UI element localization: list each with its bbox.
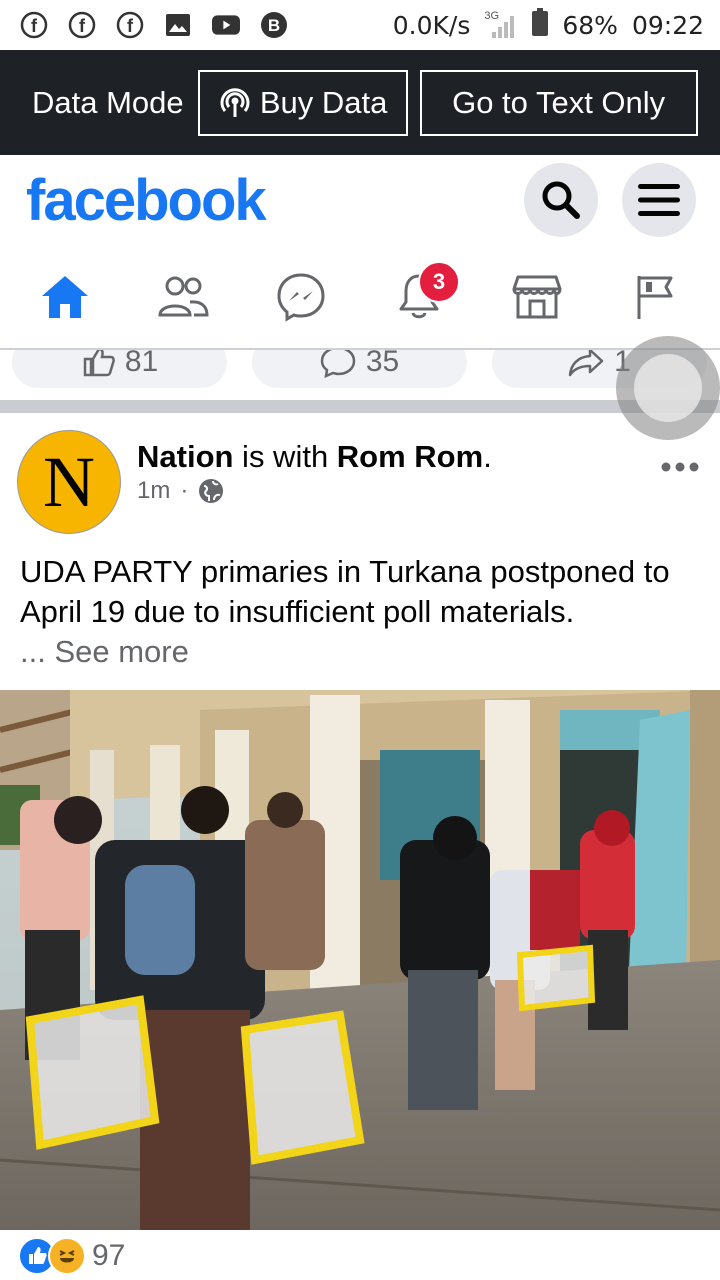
previous-post-actions: 81 35 1 xyxy=(0,350,720,400)
gallery-icon xyxy=(164,11,192,39)
post-author-line: Nation is with Rom Rom. xyxy=(137,439,492,475)
globe-icon xyxy=(198,478,224,504)
data-mode-bar: Data Mode Buy Data Go to Text Only xyxy=(0,50,720,155)
youtube-icon xyxy=(212,11,240,39)
like-button[interactable]: 81 xyxy=(12,350,227,388)
post-header: N Nation is with Rom Rom. 1m · xyxy=(0,413,720,548)
more-options-button[interactable] xyxy=(660,461,700,473)
comment-icon xyxy=(320,350,356,378)
post-body: UDA PARTY primaries in Turkana postponed… xyxy=(20,554,670,629)
avatar-letter: N xyxy=(43,441,95,522)
svg-text:f: f xyxy=(127,16,134,36)
clock: 09:22 xyxy=(631,10,704,40)
reaction-count: 97 xyxy=(92,1239,126,1272)
thumbs-up-icon xyxy=(81,350,115,377)
text-only-button[interactable]: Go to Text Only xyxy=(419,69,698,136)
svg-text:B: B xyxy=(268,16,280,35)
battery-icon xyxy=(532,7,549,43)
tab-messenger[interactable] xyxy=(256,252,346,342)
post-photo[interactable] xyxy=(0,690,720,1230)
post-meta: 1m · xyxy=(137,477,224,505)
comment-count: 35 xyxy=(365,350,400,378)
network-type-label: 3G xyxy=(484,10,500,22)
search-button[interactable] xyxy=(524,163,598,237)
see-more-link[interactable]: ... See more xyxy=(20,634,189,669)
reaction-summary[interactable]: 97 xyxy=(18,1236,125,1276)
tab-friends[interactable] xyxy=(138,252,228,342)
meta-dot: · xyxy=(180,477,189,504)
facebook-notification-icon: f xyxy=(116,11,144,39)
svg-text:f: f xyxy=(31,16,38,36)
feed-separator xyxy=(0,400,720,413)
facebook-notification-icon: f xyxy=(68,11,96,39)
broadcast-icon xyxy=(218,86,252,120)
comment-button[interactable]: 35 xyxy=(252,350,467,388)
period: . xyxy=(483,439,492,474)
nav-tabs: 3 xyxy=(0,245,720,350)
haha-reaction-icon xyxy=(48,1237,86,1275)
tagged-name[interactable]: Rom Rom xyxy=(337,439,483,474)
net-speed: 0.0K/s xyxy=(392,10,471,40)
status-system-area: 0.0K/s 3G 68% 09:22 xyxy=(392,7,704,43)
buy-data-button[interactable]: Buy Data xyxy=(197,69,408,136)
friends-icon xyxy=(157,275,209,319)
data-mode-label: Data Mode xyxy=(32,84,184,120)
battery-level: 68% xyxy=(562,10,618,40)
like-count: 81 xyxy=(124,350,159,378)
hamburger-icon xyxy=(638,182,680,218)
facebook-logo[interactable]: facebook xyxy=(26,167,267,234)
share-icon xyxy=(568,350,604,377)
signal-icon: 3G xyxy=(484,10,518,40)
flag-icon xyxy=(633,273,677,321)
facebook-notification-icon: f xyxy=(20,11,48,39)
author-name[interactable]: Nation xyxy=(137,439,233,474)
tab-notifications[interactable]: 3 xyxy=(374,252,464,342)
header-actions xyxy=(524,163,696,237)
b-app-icon: B xyxy=(260,11,288,39)
more-icon xyxy=(660,461,700,473)
status-notification-icons: f f f B xyxy=(20,11,288,39)
home-icon xyxy=(40,274,90,320)
notification-badge: 3 xyxy=(418,260,460,303)
avatar[interactable]: N xyxy=(17,430,121,534)
post-time[interactable]: 1m xyxy=(137,477,170,505)
search-icon xyxy=(539,178,583,222)
tab-pages[interactable] xyxy=(610,252,700,342)
svg-text:f: f xyxy=(79,16,86,36)
buy-data-label: Buy Data xyxy=(259,84,388,120)
messenger-icon xyxy=(276,272,326,322)
post-text: UDA PARTY primaries in Turkana postponed… xyxy=(20,552,710,672)
marketplace-icon xyxy=(512,274,562,320)
menu-button[interactable] xyxy=(622,163,696,237)
status-bar: f f f B 0.0K/s 3G 68% 09:22 xyxy=(0,0,720,50)
tab-home[interactable] xyxy=(20,252,110,342)
tab-marketplace[interactable] xyxy=(492,252,582,342)
text-only-label: Go to Text Only xyxy=(452,84,666,120)
with-text: is with xyxy=(233,439,337,474)
floating-chat-head[interactable] xyxy=(616,336,720,440)
app-header: facebook xyxy=(0,155,720,245)
